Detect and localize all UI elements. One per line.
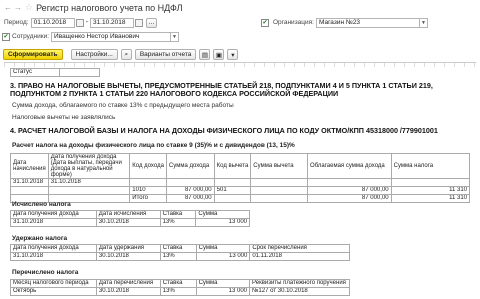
period-label: Период: xyxy=(4,19,29,26)
employee-label: Сотрудники: xyxy=(12,33,50,40)
report-body: Статус 3. ПРАВО НА НАЛОГОВЫЕ ВЫЧЕТЫ, ПРЕ… xyxy=(4,62,476,299)
status-label: Статус xyxy=(10,68,60,77)
col-header: Сумма дохода xyxy=(165,153,215,179)
employee-checkbox[interactable]: ✔ xyxy=(2,32,10,41)
employee-row: ✔ Сотрудники: Иващенко Нестор Иванович ▼ xyxy=(0,30,480,43)
income-table: Дата начисления Дата получения дохода (Д… xyxy=(10,153,471,203)
chevron-down-icon[interactable]: ▼ xyxy=(171,31,180,42)
report-ruler xyxy=(4,63,476,67)
calendar-icon[interactable] xyxy=(75,18,84,27)
table-row: 31.10.2018 30.10.2018 13% 13 000 xyxy=(10,218,250,227)
calculated-title: Исчислено налога xyxy=(12,201,71,208)
deductions-note: Налоговые вычеты не заявлялись xyxy=(12,114,116,121)
title-bar: ← → ☆ Регистр налогового учета по НДФЛ xyxy=(0,0,480,15)
search-icon[interactable]: ⌕ xyxy=(120,49,132,60)
filters-row: Период: 01.10.2018 - 31.10.2018 … ✔ Орга… xyxy=(0,16,480,29)
settings-button[interactable]: Настройки... xyxy=(70,49,118,60)
col-header: Облагаемая сумма дохода xyxy=(307,153,392,179)
transferred-title: Перечислено налога xyxy=(12,269,79,276)
favorite-star-icon[interactable]: ☆ xyxy=(25,2,33,13)
income-prev-place-label: Сумма дохода, облагаемого по ставке 13% … xyxy=(12,102,234,109)
report-variants-button[interactable]: Варианты отчета xyxy=(134,49,197,60)
withheld-table: Дата получения дохода Дата удержания Ста… xyxy=(10,244,350,261)
table-row: Октябрь 30.10.2018 13% 13 000 №127 от 30… xyxy=(10,287,350,296)
col-header: Код дохода xyxy=(129,153,167,179)
table-row: 31.10.2018 30.10.2018 13% 13 000 01.11.2… xyxy=(10,252,350,261)
toolbar: Сформировать Настройки... ⌕ Варианты отч… xyxy=(0,48,480,61)
transferred-table: Месяц налогового периода Дата перечислен… xyxy=(10,279,350,296)
generate-button[interactable]: Сформировать xyxy=(3,49,63,60)
col-header: Код вычета xyxy=(213,153,252,179)
organization-label: Организация: xyxy=(272,19,314,26)
employee-field[interactable]: Иващенко Нестор Иванович xyxy=(51,31,172,42)
calendar-icon[interactable] xyxy=(134,18,143,27)
back-arrow-icon[interactable]: ← xyxy=(3,3,13,13)
date-from-field[interactable]: 01.10.2018 xyxy=(30,17,75,28)
more-options-button[interactable]: … xyxy=(145,17,157,28)
organization-field[interactable]: Магазин №23 xyxy=(315,17,420,28)
status-table: Статус xyxy=(10,68,100,77)
col-header: Сумма налога xyxy=(390,153,471,179)
col-header: Дата получения дохода (Дата выплаты, пер… xyxy=(47,153,131,179)
calculated-table: Дата получения дохода Дата исчисления Ст… xyxy=(10,210,250,227)
section-3-title: 3. ПРАВО НА НАЛОГОВЫЕ ВЫЧЕТЫ, ПРЕДУСМОТР… xyxy=(10,81,433,98)
table-row: 31.10.2018 31.10.2018 xyxy=(10,178,471,187)
col-header: Дата начисления xyxy=(10,153,49,179)
withheld-title: Удержано налога xyxy=(12,235,68,242)
section-4-title: 4. РАСЧЕТ НАЛОГОВОЙ БАЗЫ И НАЛОГА НА ДОХ… xyxy=(10,126,438,135)
date-to-field[interactable]: 31.10.2018 xyxy=(89,17,134,28)
print-icon[interactable]: ▤ xyxy=(199,49,211,60)
window-title: Регистр налогового учета по НДФЛ xyxy=(36,2,183,13)
forward-arrow-icon[interactable]: → xyxy=(13,3,23,13)
table-row: Итого 87 000,00 87 000,00 11 310 xyxy=(10,194,471,203)
chevron-down-icon[interactable]: ▼ xyxy=(419,17,428,28)
organization-checkbox[interactable]: ✔ xyxy=(260,18,269,27)
chevron-down-icon[interactable]: ▾ xyxy=(227,49,239,60)
col-header: Сумма вычета xyxy=(250,153,309,179)
save-icon[interactable]: ▣ xyxy=(213,49,225,60)
income-rate-title: Расчет налога на доходы физического лица… xyxy=(12,142,295,149)
table-row: 1010 87 000,00 501 87 000,00 11 310 xyxy=(10,186,471,195)
